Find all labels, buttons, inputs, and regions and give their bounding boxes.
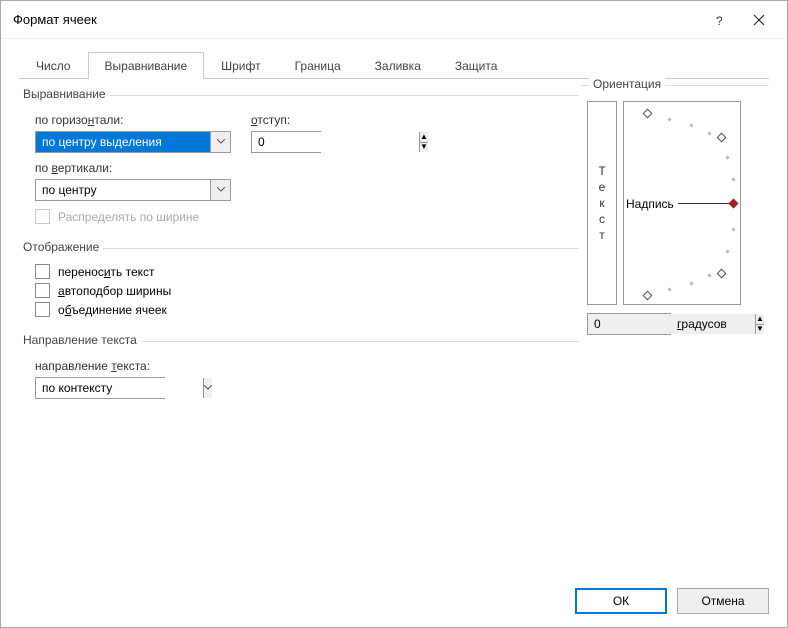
alignment-group-label: Выравнивание: [19, 87, 110, 101]
text-direction-label: направление текста:: [35, 359, 579, 373]
horizontal-align-value[interactable]: [36, 132, 210, 152]
justify-distributed-checkbox: [35, 209, 50, 224]
horizontal-align-label: по горизонтали:: [35, 113, 231, 127]
vertical-align-label: по вертикали:: [35, 161, 579, 175]
merge-cells-label: объединение ячеек: [58, 303, 167, 317]
orientation-group: Ориентация Т е к с т Надпись: [581, 77, 769, 335]
diamond-icon: [643, 291, 653, 301]
dialog-footer: ОК Отмена: [1, 575, 787, 627]
close-icon: [753, 14, 765, 26]
orientation-group-label: Ориентация: [589, 77, 665, 91]
degrees-spin-up[interactable]: ▲: [756, 314, 764, 325]
text-direction-combo[interactable]: [35, 377, 165, 399]
merge-cells-row: объединение ячеек: [35, 302, 579, 317]
justify-distributed-label: Распределять по ширине: [58, 210, 199, 224]
tab-fill[interactable]: Заливка: [358, 52, 438, 79]
shrink-to-fit-row: автоподбор ширины: [35, 283, 579, 298]
tab-protection[interactable]: Защита: [438, 52, 515, 79]
tab-font[interactable]: Шрифт: [204, 52, 277, 79]
wrap-text-label: переносить текст: [58, 265, 155, 279]
chevron-down-icon: [217, 139, 225, 145]
tab-border[interactable]: Граница: [278, 52, 358, 79]
vertical-align-dropdown-button[interactable]: [210, 180, 230, 200]
chevron-down-icon: [204, 385, 212, 391]
indent-spinner[interactable]: ▲ ▼: [251, 131, 321, 153]
indent-spin-up[interactable]: ▲: [420, 132, 428, 143]
horizontal-align-combo[interactable]: [35, 131, 231, 153]
orientation-dial[interactable]: Надпись: [623, 101, 741, 305]
orientation-dial-label: Надпись: [626, 197, 674, 211]
alignment-group: Выравнивание по горизонтали:: [19, 87, 579, 230]
diamond-icon: [717, 269, 727, 279]
window-title: Формат ячеек: [13, 12, 699, 27]
display-group: Отображение переносить текст автоподбор …: [19, 240, 579, 323]
shrink-to-fit-checkbox[interactable]: [35, 283, 50, 298]
help-icon: ?: [713, 14, 725, 26]
tab-strip: Число Выравнивание Шрифт Граница Заливка…: [19, 51, 769, 79]
titlebar: Формат ячеек ?: [1, 1, 787, 39]
horizontal-align-dropdown-button[interactable]: [210, 132, 230, 152]
display-group-label: Отображение: [19, 240, 103, 254]
degrees-spinner[interactable]: ▲ ▼: [587, 313, 671, 335]
diamond-icon: [643, 109, 653, 119]
tab-alignment[interactable]: Выравнивание: [88, 52, 205, 79]
shrink-to-fit-label: автоподбор ширины: [58, 284, 171, 298]
help-button[interactable]: ?: [699, 1, 739, 39]
chevron-down-icon: [217, 187, 225, 193]
merge-cells-checkbox[interactable]: [35, 302, 50, 317]
wrap-text-row: переносить текст: [35, 264, 579, 279]
degrees-spin-down[interactable]: ▼: [756, 325, 764, 335]
svg-text:?: ?: [716, 14, 723, 26]
diamond-icon: [717, 133, 727, 143]
degrees-label: градусов: [677, 317, 727, 331]
indent-label: отступ:: [251, 113, 321, 127]
vertical-align-combo[interactable]: [35, 179, 231, 201]
close-button[interactable]: [739, 1, 779, 39]
vertical-text-button[interactable]: Т е к с т: [587, 101, 617, 305]
wrap-text-checkbox[interactable]: [35, 264, 50, 279]
diamond-icon: [729, 199, 739, 209]
indent-value[interactable]: [252, 132, 419, 152]
degrees-value[interactable]: [588, 314, 755, 334]
indent-spin-down[interactable]: ▼: [420, 143, 428, 153]
text-direction-group-label: Направление текста: [19, 333, 141, 347]
ok-button[interactable]: ОК: [575, 588, 667, 614]
justify-distributed-row: Распределять по ширине: [35, 209, 579, 224]
tab-number[interactable]: Число: [19, 52, 88, 79]
text-direction-dropdown-button[interactable]: [203, 378, 212, 398]
vertical-align-value[interactable]: [36, 180, 210, 200]
cancel-button[interactable]: Отмена: [677, 588, 769, 614]
text-direction-value[interactable]: [36, 378, 203, 398]
text-direction-group: Направление текста направление текста:: [19, 333, 579, 401]
